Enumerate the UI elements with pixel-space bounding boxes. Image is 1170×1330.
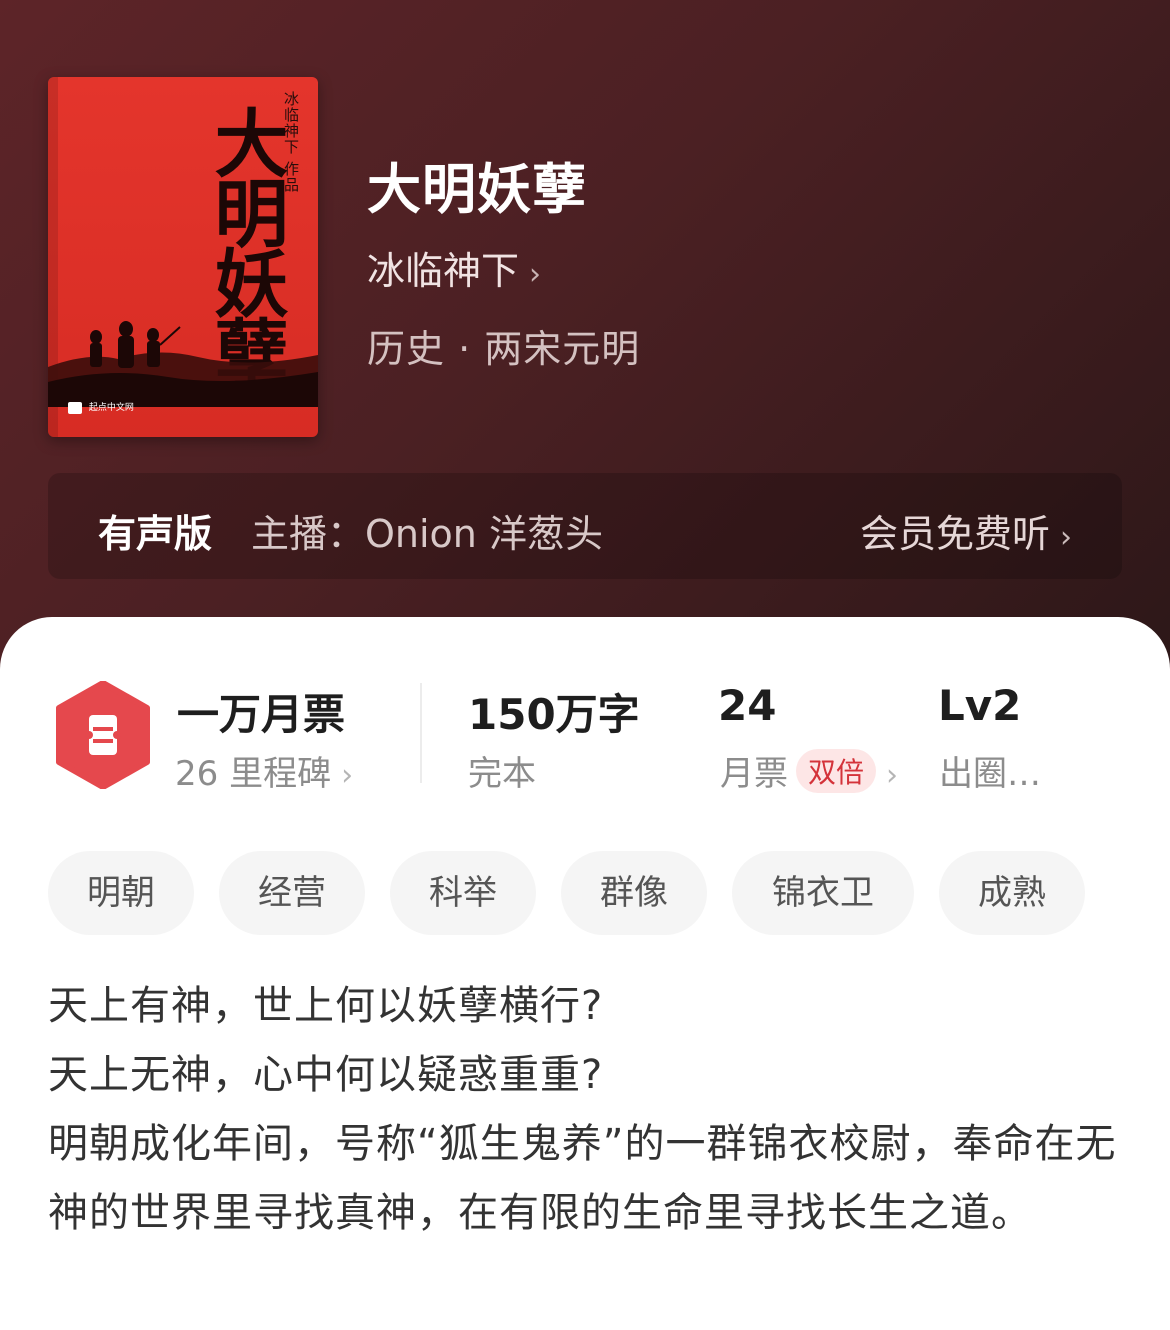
chevron-right-icon: › xyxy=(1060,520,1072,555)
cover-publisher-name: 起点中文网 xyxy=(88,403,134,413)
synopsis-line: 天上无神，心中何以疑惑重重? xyxy=(48,1052,604,1098)
tag-chip[interactable]: 科举 xyxy=(390,851,536,935)
audiobook-banner[interactable]: 有声版 主播：Onion 洋葱头 会员免费听 › xyxy=(48,473,1122,579)
author-link[interactable]: 冰临神下 › xyxy=(367,240,541,295)
cover-publisher: 起点中文网 xyxy=(68,400,134,414)
monthly-ticket-label: 月票 xyxy=(720,754,788,794)
listen-free-label: 会员免费听 xyxy=(859,512,1050,556)
tag-chip[interactable]: 锦衣卫 xyxy=(732,851,914,935)
synopsis-line: 天上有神，世上何以妖孽横行? xyxy=(48,983,604,1029)
listen-free-button[interactable]: 会员免费听 › xyxy=(860,503,1072,558)
monthly-ticket-count: 24 xyxy=(718,681,777,730)
book-genre: 历史 · 两宋元明 xyxy=(367,327,641,371)
ticket-milestone-title: 一万月票 xyxy=(177,690,346,739)
book-title: 大明妖孽 xyxy=(367,158,587,221)
chevron-right-icon: › xyxy=(341,758,354,793)
completion-status: 完本 xyxy=(468,754,536,794)
book-header: 冰临神下 作品 大明妖孽 起点中文网 大明妖孽 冰临神下 › 历史 · 两宋元明 … xyxy=(0,0,1170,700)
chevron-right-icon: › xyxy=(886,758,899,793)
ticket-milestone-link[interactable]: 26 里程碑 › xyxy=(175,746,353,795)
tag-chip[interactable]: 明朝 xyxy=(48,851,194,935)
monthly-ticket-link[interactable]: 月票 双倍 › xyxy=(720,746,898,795)
stats-divider xyxy=(420,683,422,783)
publisher-logo-icon xyxy=(68,401,82,414)
author-name: 冰临神下 xyxy=(367,249,520,293)
chevron-right-icon: › xyxy=(529,257,542,292)
level-value: Lv2 xyxy=(938,681,1022,730)
milestone-count: 26 里程碑 xyxy=(175,754,332,794)
book-cover[interactable]: 冰临神下 作品 大明妖孽 起点中文网 xyxy=(48,77,318,437)
tag-chip[interactable]: 经营 xyxy=(219,851,365,935)
tag-chip[interactable]: 成熟 xyxy=(939,851,1085,935)
synopsis-line: 明朝成化年间，号称“狐生鬼养”的一群锦衣校尉，奉命在无神的世界里寻找真神，在有限… xyxy=(48,1121,1117,1236)
double-ticket-badge: 双倍 xyxy=(796,749,877,793)
cover-illustration xyxy=(48,321,318,407)
audiobook-label: 有声版 xyxy=(98,512,213,556)
audiobook-host: 主播：Onion 洋葱头 xyxy=(251,512,603,556)
level-label[interactable]: 出圈… xyxy=(939,746,1041,795)
tag-chip[interactable]: 群像 xyxy=(561,851,707,935)
book-synopsis[interactable]: 天上有神，世上何以妖孽横行? 天上无神，心中何以疑惑重重? 明朝成化年间，号称“… xyxy=(48,972,1128,1248)
ticket-icon xyxy=(56,681,150,789)
word-count: 150万字 xyxy=(468,690,640,739)
